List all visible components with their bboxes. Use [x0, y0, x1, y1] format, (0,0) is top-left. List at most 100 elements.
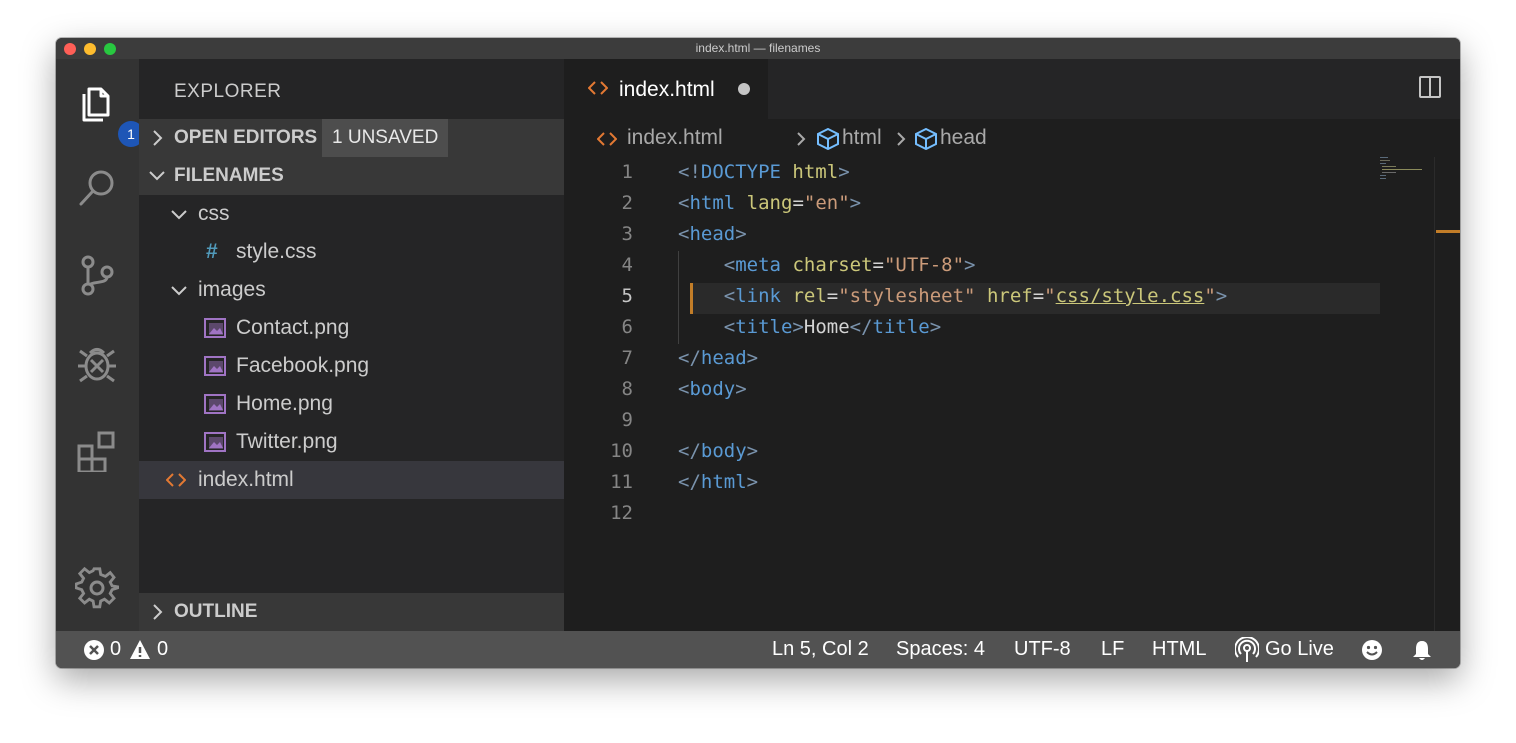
search-icon[interactable] — [72, 163, 122, 213]
tree-item-facebook-png[interactable]: Facebook.png — [139, 347, 564, 385]
code-line[interactable]: 9 — [564, 405, 1460, 436]
tree-item-home-png[interactable]: Home.png — [139, 385, 564, 423]
zoom-window-button[interactable] — [104, 43, 116, 55]
files-icon[interactable]: 1 — [72, 76, 144, 147]
code-token: " — [1044, 285, 1056, 307]
broadcast-icon[interactable] — [1235, 631, 1259, 668]
code-token: </ — [678, 440, 701, 462]
error-icon[interactable] — [83, 631, 105, 668]
extensions-icon[interactable] — [72, 425, 122, 475]
gear-icon[interactable] — [72, 563, 122, 613]
line-number: 11 — [610, 471, 633, 493]
title-bar: index.html — filenames — [56, 38, 1460, 59]
code-token: > — [964, 254, 976, 276]
tree-item-images[interactable]: images — [139, 271, 564, 309]
window-title: index.html — filenames — [695, 41, 821, 55]
breadcrumb-html[interactable]: html — [842, 119, 882, 157]
folder-section[interactable]: FILENAMES — [139, 157, 564, 195]
line-number: 5 — [621, 285, 633, 307]
editor-area: index.html index.html html head 1 <!DOCTY… — [564, 59, 1460, 631]
code-token: < — [723, 316, 736, 338]
open-editors-section[interactable]: OPEN EDITORS 1 UNSAVED — [139, 119, 564, 157]
chevron-right-icon — [153, 130, 163, 146]
code-token: title — [735, 316, 793, 338]
code-token: > — [735, 378, 747, 400]
status-bar: 0 0 Ln 5, Col 2 Spaces: 4 UTF-8 LF HTML … — [56, 631, 1460, 668]
breadcrumb-head[interactable]: head — [940, 119, 987, 157]
tree-item-label: Home.png — [236, 392, 333, 415]
tree-item-style-css[interactable]: # style.css — [139, 233, 564, 271]
chevron-right-icon — [153, 604, 163, 620]
code-token: > — [746, 440, 759, 462]
tree-item-label: Facebook.png — [236, 354, 370, 377]
code-token: > — [746, 347, 759, 369]
tab-bar: index.html — [564, 59, 1460, 119]
warning-count[interactable]: 0 — [157, 631, 168, 668]
code-line[interactable]: 10 </body> — [564, 436, 1460, 467]
image-file-icon — [204, 347, 226, 385]
code-token: head — [689, 223, 736, 245]
end-of-line[interactable]: LF — [1101, 631, 1124, 668]
minimap[interactable] — [1380, 157, 1460, 631]
split-editor-icon[interactable] — [1418, 75, 1442, 104]
code-token: href — [986, 285, 1033, 307]
tree-item-twitter-png[interactable]: Twitter.png — [139, 423, 564, 461]
code-token: </ — [678, 347, 701, 369]
close-window-button[interactable] — [64, 43, 76, 55]
code-line[interactable]: 5 <link rel="stylesheet" href="css/style… — [564, 281, 1460, 312]
source-control-icon[interactable] — [72, 250, 122, 300]
tab-index-html[interactable]: index.html — [564, 59, 768, 119]
symbol-element-icon — [914, 127, 938, 154]
outline-section[interactable]: OUTLINE — [139, 593, 564, 631]
bell-icon[interactable] — [1411, 631, 1433, 668]
code-line[interactable]: 2 <html lang="en"> — [564, 188, 1460, 219]
folder-label: FILENAMES — [174, 165, 284, 186]
minimize-window-button[interactable] — [84, 43, 96, 55]
cursor-position[interactable]: Ln 5, Col 2 — [772, 631, 869, 668]
smiley-icon[interactable] — [1361, 631, 1383, 668]
code-line[interactable]: 3 <head> — [564, 219, 1460, 250]
code-line[interactable]: 4 <meta charset="UTF-8"> — [564, 250, 1460, 281]
chevron-down-icon — [171, 271, 187, 309]
code-token: <! — [678, 161, 701, 183]
unsaved-badge: 1 UNSAVED — [322, 119, 449, 157]
go-live-button[interactable]: Go Live — [1265, 631, 1334, 668]
code-token: DOCTYPE — [700, 161, 781, 183]
code-line[interactable]: 8 <body> — [564, 374, 1460, 405]
debug-icon[interactable] — [72, 338, 122, 388]
tree-item-label: images — [198, 278, 266, 301]
code-line[interactable]: 12 — [564, 498, 1460, 529]
code-line[interactable]: 1 <!DOCTYPE html> — [564, 157, 1460, 188]
code-token[interactable]: css/style.css — [1056, 285, 1205, 307]
code-token: "UTF-8" — [883, 254, 965, 276]
code-token: meta — [735, 254, 781, 276]
encoding[interactable]: UTF-8 — [1014, 631, 1071, 668]
code-token: > — [746, 471, 759, 493]
unsaved-dot-icon[interactable] — [738, 83, 750, 95]
image-file-icon — [204, 385, 226, 423]
code-token: < — [678, 378, 690, 400]
warning-icon[interactable] — [129, 631, 151, 668]
chevron-right-icon — [796, 131, 806, 148]
indentation[interactable]: Spaces: 4 — [896, 631, 985, 668]
code-token: head — [700, 347, 747, 369]
line-number: 6 — [621, 316, 633, 338]
tree-item-contact-png[interactable]: Contact.png — [139, 309, 564, 347]
line-number: 9 — [621, 409, 633, 431]
code-line[interactable]: 7 </head> — [564, 343, 1460, 374]
language-mode[interactable]: HTML — [1152, 631, 1206, 668]
breadcrumb-file[interactable]: index.html — [627, 119, 723, 157]
tree-item-index-html[interactable]: index.html — [139, 461, 564, 499]
code-text: </body> — [678, 436, 758, 467]
code-line[interactable]: 6 <title>Home</title> — [564, 312, 1460, 343]
code-token: = — [792, 192, 804, 214]
code-line[interactable]: 11 </html> — [564, 467, 1460, 498]
error-count[interactable]: 0 — [110, 631, 121, 668]
tree-item-css[interactable]: css — [139, 195, 564, 233]
